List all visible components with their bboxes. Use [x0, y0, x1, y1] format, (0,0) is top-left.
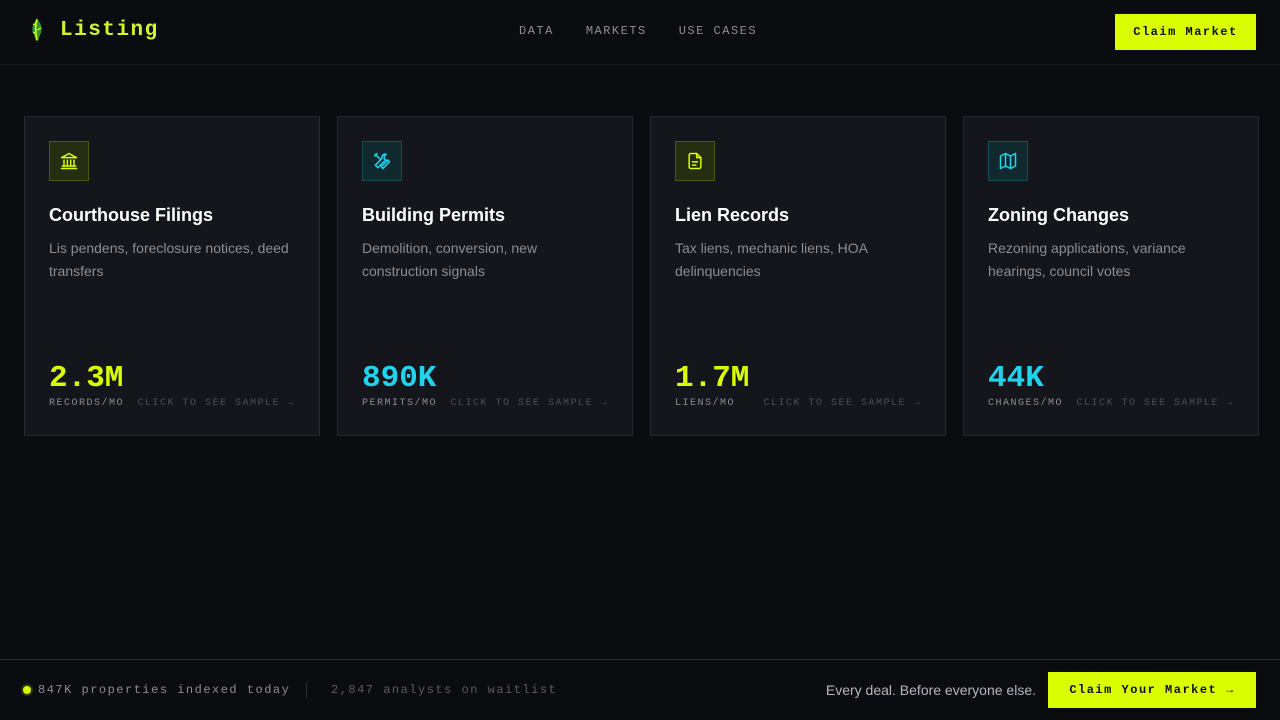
main-nav: DATA MARKETS USE CASES [519, 24, 789, 38]
bottom-bar: 847K properties indexed today 2,847 anal… [0, 659, 1280, 720]
card-stat-unit: LIENS/MO [675, 398, 736, 409]
card-description: Demolition, conversion, new construction… [362, 240, 538, 279]
card-title: Building Permits [362, 205, 506, 225]
document-icon [688, 152, 702, 170]
claim-your-market-button[interactable]: Claim Your Market → [1048, 672, 1256, 708]
card-stat-unit: CHANGES/MO [988, 398, 1064, 409]
nav-link-data[interactable]: DATA [519, 24, 554, 38]
card-description: Tax liens, mechanic liens, HOA delinquen… [675, 240, 868, 279]
data-source-cards: Courthouse Filings Lis pendens, foreclos… [24, 116, 1259, 436]
footer-tagline: Every deal. Before everyone else. [825, 682, 1036, 698]
card-building-permits[interactable]: Building Permits Demolition, conversion,… [337, 116, 633, 436]
card-title: Courthouse Filings [49, 205, 213, 225]
waitlist-count-text: 2,847 analysts on waitlist [331, 683, 558, 697]
live-status-dot-icon [23, 686, 31, 694]
claim-market-button[interactable]: Claim Market [1115, 14, 1256, 50]
nav-link-markets[interactable]: MARKETS [586, 24, 647, 38]
card-description: Lis pendens, foreclosure notices, deed t… [49, 240, 289, 279]
card-stat-value: 2.3M [49, 361, 124, 396]
nav-link-use-cases[interactable]: USE CASES [679, 24, 757, 38]
card-description: Rezoning applications, variance hearings… [988, 240, 1186, 279]
card-courthouse-filings[interactable]: Courthouse Filings Lis pendens, foreclos… [24, 116, 320, 436]
card-lien-records[interactable]: Lien Records Tax liens, mechanic liens, … [650, 116, 946, 436]
card-stat-unit: RECORDS/MO [49, 398, 125, 409]
card-stat-value: 1.7M [675, 361, 750, 396]
card-icon-box [988, 141, 1028, 181]
footer-divider [306, 682, 307, 698]
top-header: Listing DATA MARKETS USE CASES Claim Mar… [0, 0, 1280, 65]
courthouse-icon [60, 152, 78, 170]
brand-logo[interactable]: Listing [28, 18, 159, 42]
card-stat-value: 890K [362, 361, 437, 396]
indexed-status-text: 847K properties indexed today [38, 683, 291, 697]
leaf-logo-icon [32, 18, 42, 41]
card-icon-box [675, 141, 715, 181]
card-stat-unit: PERMITS/MO [362, 398, 438, 409]
card-icon-box [362, 141, 402, 181]
see-sample-link[interactable]: CLICK TO SEE SAMPLE → [450, 398, 608, 409]
card-title: Lien Records [675, 205, 790, 225]
see-sample-link[interactable]: CLICK TO SEE SAMPLE → [763, 398, 921, 409]
see-sample-link[interactable]: CLICK TO SEE SAMPLE → [1076, 398, 1234, 409]
map-icon [999, 152, 1017, 170]
card-stat-value: 44K [988, 361, 1044, 396]
brand-name: Listing [60, 18, 159, 42]
tools-icon [373, 152, 391, 170]
card-title: Zoning Changes [988, 205, 1129, 225]
see-sample-link[interactable]: CLICK TO SEE SAMPLE → [137, 398, 295, 409]
card-icon-box [49, 141, 89, 181]
card-zoning-changes[interactable]: Zoning Changes Rezoning applications, va… [963, 116, 1259, 436]
